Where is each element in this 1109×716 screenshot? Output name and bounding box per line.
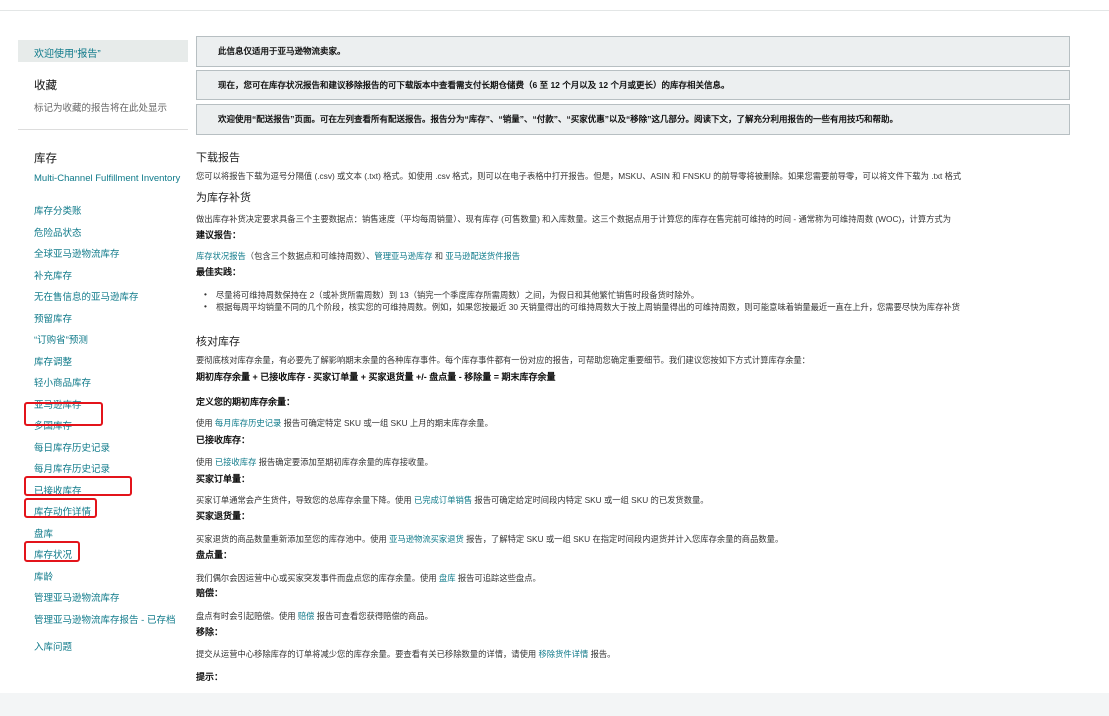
orders-line: 买家订单通常会产生货件，导致您的总库存余量下降。使用 已完成订单销售 报告可确定…: [196, 495, 709, 505]
replenish-title: 为库存补货: [196, 192, 251, 204]
notice-long-term-storage: 现在，您可在库存状况报告和建议移除报告的可下载版本中查看需支付长期仓储费（6 至…: [196, 70, 1070, 100]
sidebar-item-manage-fba[interactable]: 管理亚马逊物流库存: [34, 593, 184, 615]
inventory-count-link[interactable]: 盘库: [439, 573, 456, 583]
sidebar-item-stranded[interactable]: 无在售信息的亚马逊库存: [34, 292, 184, 314]
sidebar: 欢迎使用“报告” 收藏 标记为收藏的报告将在此处显示 库存 Multi-Chan…: [18, 40, 188, 693]
inventory-section-title: 库存: [34, 153, 57, 165]
removal-title: 移除：: [196, 627, 224, 637]
main-content: 此信息仅适用于亚马逊物流卖家。 现在，您可在库存状况报告和建议移除报告的可下载版…: [196, 36, 1109, 693]
favorites-subtitle: 标记为收藏的报告将在此处显示: [34, 103, 168, 114]
best-practice-item: 根据每周平均销量不同的几个阶段，核实您的可维持周数。例如，如果您按最近 30 天…: [204, 301, 960, 313]
download-paragraph: 您可以将报告下载为逗号分隔值 (.csv) 或文本 (.txt) 格式。如使用 …: [196, 171, 962, 181]
top-divider: [0, 10, 1109, 11]
suggest-line: 库存状况报告（包含三个数据点和可维持周数）、管理亚马逊库存 和 亚马逊配送货件报…: [196, 251, 521, 261]
orders-title: 买家订单量：: [196, 474, 251, 484]
define-title: 定义您的期初库存余量：: [196, 397, 296, 407]
sidebar-item-global-fba-inventory[interactable]: 全球亚马逊物流库存: [34, 249, 184, 271]
sidebar-item-mcf-inventory[interactable]: Multi-Channel Fulfillment Inventory: [34, 173, 184, 206]
monthly-history-link[interactable]: 每月库存历史记录: [215, 418, 281, 428]
returns-title: 买家退货量：: [196, 511, 251, 521]
reconcile-title: 核对库存: [196, 336, 240, 348]
received-line: 使用 已接收库存 报告确定要添加至期初库存余量的库存接收量。: [196, 457, 433, 467]
fulfilled-sales-link[interactable]: 已完成订单销售: [414, 495, 472, 505]
sidebar-item-reserved[interactable]: 预留库存: [34, 314, 184, 336]
sidebar-item-inventory-ledger[interactable]: 库存分类账: [34, 206, 184, 228]
suggest-title: 建议报告：: [196, 230, 242, 240]
fba-shipment-report-link[interactable]: 亚马逊配送货件报告: [445, 251, 520, 261]
best-practice-item: 尽量将可维持周数保持在 2（或补货所需周数）到 13（销完一个季度库存所需周数）…: [204, 289, 699, 301]
removal-shipment-link[interactable]: 移除货件详情: [538, 649, 588, 659]
reconcile-formula: 期初库存余量 + 已接收库存 - 买家订单量 + 买家退货量 +/- 盘点量 -…: [196, 372, 556, 382]
sidebar-item-subscribe-forecast[interactable]: “订购省”预测: [34, 335, 184, 357]
count-title: 盘点量：: [196, 550, 233, 560]
sidebar-item-restock[interactable]: 补充库存: [34, 271, 184, 293]
define-line: 使用 每月库存历史记录 报告可确定特定 SKU 或一组 SKU 上月的期末库存余…: [196, 418, 493, 428]
fba-returns-link[interactable]: 亚马逊物流买家退货: [389, 534, 464, 544]
replenish-paragraph: 做出库存补货决定要求具备三个主要数据点：销售速度（平均每周销量）、现有库存 (可…: [196, 214, 952, 224]
notice-fba-only: 此信息仅适用于亚马逊物流卖家。: [196, 36, 1070, 67]
notice-welcome: 欢迎使用“配送报告”页面。可在左列查看所有配送报告。报告分为“库存”、“销量”、…: [196, 104, 1070, 135]
sidebar-item-small-light[interactable]: 轻小商品库存: [34, 378, 184, 400]
highlight-inventory-count: [24, 541, 80, 562]
returns-line: 买家退货的商品数量重新添加至您的库存池中。使用 亚马逊物流买家退货 报告，了解特…: [196, 534, 784, 544]
tips-title: 提示：: [196, 672, 224, 682]
count-line: 我们偶尔会因运营中心或买家突发事件而盘点您的库存余量。使用 盘库 报告可追踪这些…: [196, 573, 541, 583]
reimbursement-title: 赔偿：: [196, 588, 224, 598]
received-title: 已接收库存：: [196, 435, 251, 445]
highlight-amazon-inventory: [24, 402, 103, 426]
sidebar-item-adjustments[interactable]: 库存调整: [34, 357, 184, 379]
best-practice-title: 最佳实践：: [196, 267, 242, 277]
sidebar-welcome-link[interactable]: 欢迎使用“报告”: [34, 45, 101, 60]
sidebar-welcome[interactable]: 欢迎使用“报告”: [18, 40, 188, 62]
manage-inventory-link[interactable]: 管理亚马逊库存: [374, 251, 432, 261]
sidebar-divider: [18, 129, 188, 130]
highlight-received: [24, 498, 97, 518]
reimbursement-link[interactable]: 赔偿: [298, 611, 315, 621]
reimbursement-line: 盘点有时会引起赔偿。使用 赔偿 报告可查看您获得赔偿的商品。: [196, 611, 433, 621]
sidebar-item-dangerous-goods[interactable]: 危险品状态: [34, 228, 184, 250]
reconcile-paragraph: 要彻底核对库存余量，有必要先了解影响期末余量的各种库存事件。每个库存事件都有一份…: [196, 355, 810, 365]
sidebar-item-manage-fba-archived[interactable]: 管理亚马逊物流库存报告 - 已存档: [34, 615, 184, 642]
sidebar-item-daily-history[interactable]: 每日库存历史记录: [34, 443, 184, 465]
favorites-title: 收藏: [34, 80, 57, 92]
sidebar-item-inbound-problems[interactable]: 入库问题: [34, 642, 184, 664]
bottom-strip: [0, 693, 1109, 716]
sidebar-item-age[interactable]: 库龄: [34, 572, 184, 594]
inventory-health-link[interactable]: 库存状况报告: [196, 251, 246, 261]
received-inventory-link[interactable]: 已接收库存: [215, 457, 257, 467]
download-title: 下载报告: [196, 152, 240, 164]
highlight-monthly-history: [24, 476, 132, 496]
removal-line: 提交从运营中心移除库存的订单将减少您的库存余量。要查看有关已移除数量的详情，请使…: [196, 649, 616, 659]
